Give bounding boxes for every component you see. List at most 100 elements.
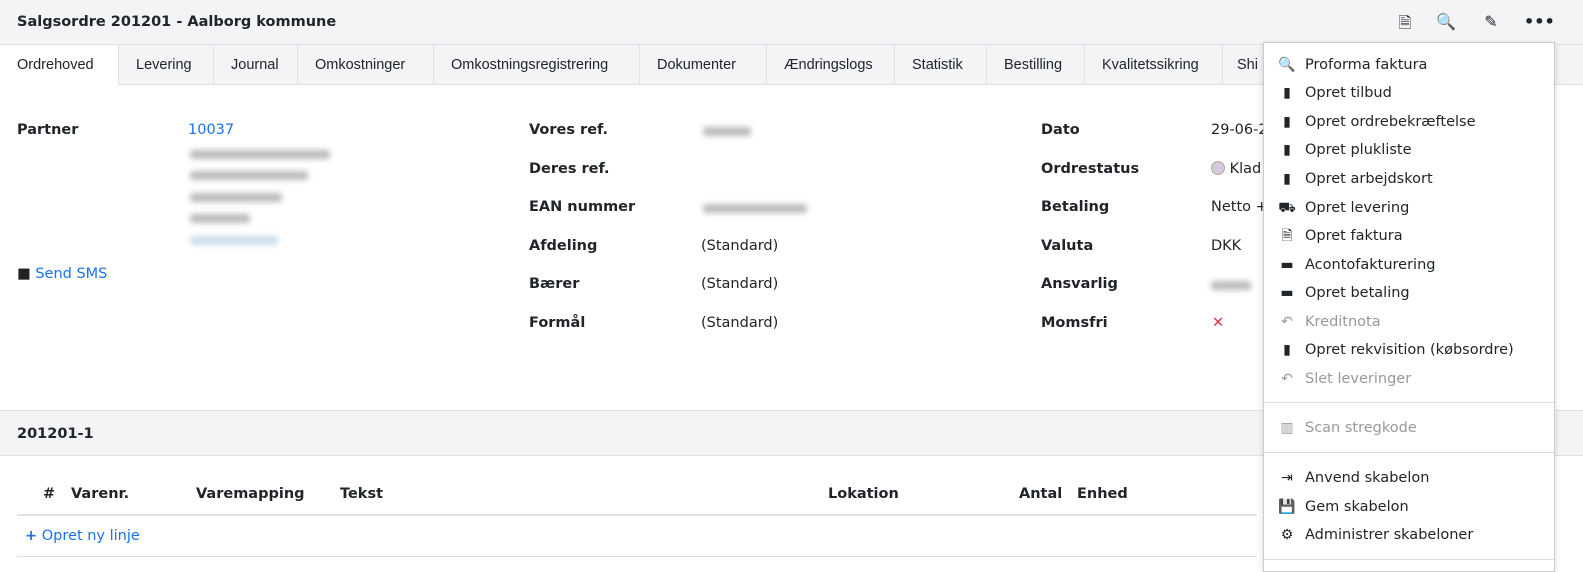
menu-item-label: Acontofakturering: [1305, 257, 1436, 273]
field-label: Bærer: [529, 276, 580, 293]
field-value: DKK: [1211, 237, 1242, 254]
menu-item-opret-faktura[interactable]: 🗎 Opret faktura: [1264, 222, 1554, 250]
undo-icon: ↶: [1281, 314, 1293, 330]
send-sms-label: Send SMS: [35, 266, 108, 282]
tab-shipping[interactable]: Shi: [1223, 45, 1263, 85]
menu-item-gem-skabelon[interactable]: 💾 Gem skabelon: [1264, 493, 1554, 521]
menu-item-label: Proforma faktura: [1305, 57, 1428, 73]
menu-item-label: Administrer skabeloner: [1305, 527, 1474, 543]
menu-divider: [1264, 402, 1554, 403]
menu-item-anvend-skabelon[interactable]: ⇥ Anvend skabelon: [1264, 464, 1554, 492]
status-text: Klad: [1229, 160, 1262, 177]
col-tekst: Tekst: [340, 486, 384, 502]
col-enhed: Enhed: [1077, 486, 1128, 502]
undo-icon: ↶: [1281, 371, 1293, 387]
menu-item-opret-levering[interactable]: ⛟ Opret levering: [1264, 194, 1554, 222]
partner-name-redacted: [190, 150, 330, 159]
partner-number-link[interactable]: 10037: [188, 122, 234, 138]
menu-item-opret-plukliste[interactable]: ▮ Opret plukliste: [1264, 136, 1554, 164]
tab-dokumenter[interactable]: Dokumenter: [640, 45, 767, 85]
partner-country-redacted: [190, 214, 250, 223]
document-icon[interactable]: 🗎: [1395, 12, 1415, 32]
menu-item-proforma-faktura[interactable]: 🔍 Proforma faktura: [1264, 51, 1554, 79]
momsfri-x-icon: ✕: [1212, 315, 1225, 331]
menu-item-opret-arbejdskort[interactable]: ▮ Opret arbejdskort: [1264, 165, 1554, 193]
menu-item-acontofakturering[interactable]: ▬ Acontofakturering: [1264, 251, 1554, 279]
col-varenr: Varenr.: [71, 486, 130, 502]
tab-levering[interactable]: Levering: [119, 45, 214, 85]
field-label: Betaling: [1041, 199, 1110, 216]
field-label: Formål: [529, 315, 586, 331]
tab-statistik[interactable]: Statistik: [895, 45, 987, 85]
menu-item-label: Opret faktura: [1305, 228, 1403, 244]
partner-city-redacted: [190, 193, 282, 202]
menu-item-label: Gem skabelon: [1305, 499, 1409, 515]
truck-icon: ⛟: [1278, 200, 1296, 216]
field-value: (Standard): [701, 237, 779, 254]
field-label: Dato: [1041, 122, 1080, 138]
menu-item-opret-rekvisition-købsordre[interactable]: ▮ Opret rekvisition (købsordre): [1264, 336, 1554, 364]
edit-icon[interactable]: ✎: [1481, 12, 1501, 32]
divider: [17, 556, 1257, 557]
title-bar: Salgsordre 201201 - Aalborg kommune 🗎 🔍 …: [0, 0, 1583, 45]
invoice-icon: 🗎: [1281, 228, 1293, 244]
menu-item-opret-ordrebekræftelse[interactable]: ▮ Opret ordrebekræftelse: [1264, 108, 1554, 136]
menu-item-opret-tilbud[interactable]: ▮ Opret tilbud: [1264, 79, 1554, 107]
field-value: Netto +: [1211, 199, 1268, 216]
field-label: Vores ref.: [529, 122, 609, 138]
partner-address-redacted: [190, 171, 308, 180]
partner-phone-redacted: [190, 236, 278, 245]
menu-divider: [1264, 559, 1554, 560]
menu-item-label: Kreditnota: [1305, 314, 1381, 330]
menu-item-kreditnota[interactable]: ↶ Kreditnota: [1264, 308, 1554, 336]
file-plus-icon: ▮: [1283, 114, 1291, 130]
menu-item-slet-leveringer[interactable]: ↶ Slet leveringer: [1264, 365, 1554, 393]
document-search-icon: 🔍: [1278, 57, 1296, 73]
file-import-icon: ⇥: [1281, 470, 1293, 486]
send-sms-link[interactable]: ■ Send SMS: [17, 266, 107, 282]
add-line-label: Opret ny linje: [41, 528, 140, 544]
file-plus-icon: ▮: [1283, 142, 1291, 158]
menu-item-label: Anvend skabelon: [1305, 470, 1430, 486]
more-icon[interactable]: •••: [1524, 12, 1555, 32]
credit-card-icon: ▬: [1280, 285, 1294, 301]
gear-icon: ⚙: [1280, 527, 1294, 543]
save-icon: 💾: [1278, 499, 1296, 515]
menu-item-label: Opret rekvisition (købsordre): [1305, 342, 1514, 358]
tab-omkostninger[interactable]: Omkostninger: [298, 45, 434, 85]
status-dot: [1211, 160, 1225, 175]
menu-item-opret-betaling[interactable]: ▬ Opret betaling: [1264, 279, 1554, 307]
field-value-redacted: [1211, 281, 1251, 291]
menu-item-label: Opret tilbud: [1305, 85, 1392, 101]
add-line-link[interactable]: + Opret ny linje: [25, 528, 140, 544]
field-label: Ordrestatus: [1041, 160, 1140, 177]
field-label: Valuta: [1041, 237, 1094, 254]
field-value: (Standard): [701, 315, 779, 331]
menu-item-label: Opret betaling: [1305, 285, 1410, 301]
menu-item-scan-stregkode[interactable]: ▥ Scan stregkode: [1264, 414, 1554, 442]
tab-bestilling[interactable]: Bestilling: [987, 45, 1085, 85]
tab-journal[interactable]: Journal: [214, 45, 298, 85]
field-label: Deres ref.: [529, 160, 610, 177]
tab-kvalitetssikring[interactable]: Kvalitetssikring: [1085, 45, 1223, 85]
field-label: EAN nummer: [529, 199, 636, 216]
field-value-redacted: [703, 127, 751, 136]
file-plus-icon: ▮: [1283, 85, 1291, 101]
col-varemapping: Varemapping: [196, 486, 305, 502]
field-label: Ansvarlig: [1041, 276, 1118, 293]
field-label: Afdeling: [529, 237, 598, 254]
more-actions-menu: 🔍 Proforma faktura ▮ Opret tilbud ▮ Opret ord…: [1263, 42, 1555, 572]
field-value: (Standard): [701, 276, 779, 293]
tab-omkostningsregistrering[interactable]: Omkostningsregistrering: [434, 45, 640, 85]
menu-item-label: Opret plukliste: [1305, 142, 1412, 158]
tab-aendringslogs[interactable]: Ændringslogs: [767, 45, 895, 85]
tab-ordrehoved[interactable]: Ordrehoved: [0, 45, 119, 85]
partner-label: Partner: [17, 122, 79, 138]
menu-item-administrer-skabeloner[interactable]: ⚙ Administrer skabeloner: [1264, 521, 1554, 549]
menu-divider: [1264, 452, 1554, 453]
file-plus-icon: ▮: [1283, 171, 1291, 187]
page-title: Salgsordre 201201 - Aalborg kommune: [17, 14, 337, 30]
col-lokation: Lokation: [828, 486, 899, 502]
document-search-icon[interactable]: 🔍: [1436, 12, 1456, 32]
menu-item-label: Opret ordrebekræftelse: [1305, 114, 1476, 130]
